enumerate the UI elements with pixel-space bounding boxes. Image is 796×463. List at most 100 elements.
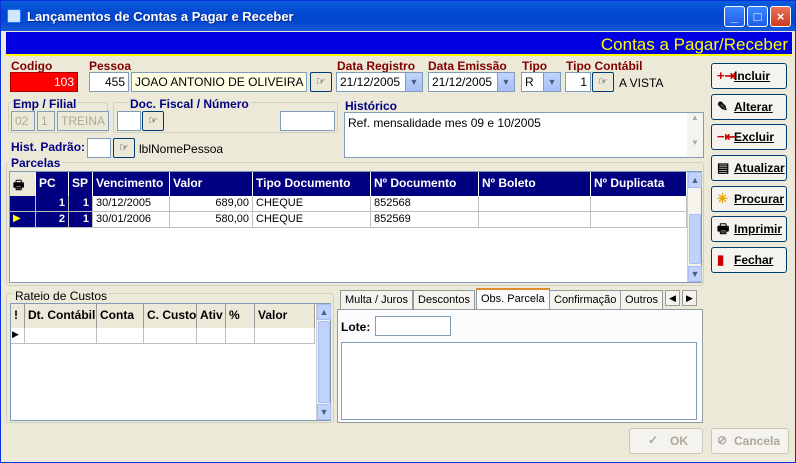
col-header[interactable]: Conta bbox=[97, 304, 144, 328]
scroll-up-icon[interactable]: ▲ bbox=[688, 172, 702, 188]
pessoa-id-field[interactable]: 455 bbox=[89, 72, 129, 92]
lookup-icon: ☞ bbox=[598, 76, 608, 88]
search-icon: ✳ bbox=[717, 191, 728, 206]
row-indicator-header: ! bbox=[11, 304, 25, 328]
printer-icon: 🖶 bbox=[717, 221, 730, 236]
tipo-label: Tipo bbox=[522, 59, 548, 73]
incluir-button[interactable]: +⇥ Incluir bbox=[711, 63, 787, 89]
lote-field[interactable] bbox=[375, 316, 451, 336]
tipo-contabil-id-field[interactable]: 1 bbox=[565, 72, 591, 92]
title-bar[interactable]: Lançamentos de Contas a Pagar e Receber … bbox=[1, 1, 795, 31]
col-header[interactable]: Nº Duplicata bbox=[591, 172, 687, 196]
tipo-contabil-name: A VISTA bbox=[619, 76, 664, 90]
excluir-button[interactable]: −⇤ Excluir bbox=[711, 124, 787, 150]
tab-scroll-left-icon[interactable]: ◀ bbox=[665, 290, 680, 306]
data-registro-field[interactable]: 21/12/2005 ▼ bbox=[336, 72, 423, 92]
lookup-icon: ☞ bbox=[119, 142, 129, 154]
scroll-thumb[interactable] bbox=[689, 214, 701, 264]
filial-field: 1 bbox=[37, 111, 55, 131]
chevron-down-icon[interactable]: ▼ bbox=[543, 73, 560, 91]
doc-fiscal-field[interactable] bbox=[117, 111, 141, 131]
tipo-contabil-search-button[interactable]: ☞ bbox=[592, 72, 614, 92]
edit-icon: ✎ bbox=[717, 99, 728, 114]
tab-confirmacao[interactable]: Confirmação bbox=[549, 290, 622, 310]
rateio-scrollbar[interactable]: ▲ ▼ bbox=[316, 304, 331, 420]
col-header[interactable]: Dt. Contábil bbox=[25, 304, 97, 328]
filial-name-field: TREINA bbox=[57, 111, 109, 131]
parcelas-scrollbar[interactable]: ▲ ▼ bbox=[687, 172, 702, 282]
hist-padrao-label: Hist. Padrão: bbox=[11, 140, 86, 154]
imprimir-button[interactable]: 🖶 Imprimir bbox=[711, 216, 787, 242]
tab-multa-juros[interactable]: Multa / Juros bbox=[340, 290, 413, 310]
ok-button[interactable]: ✓ OK bbox=[629, 428, 703, 454]
col-header[interactable]: SP bbox=[69, 172, 93, 196]
scroll-down-icon[interactable]: ▼ bbox=[317, 404, 331, 420]
print-icon[interactable]: 🖶 bbox=[10, 172, 36, 196]
col-header[interactable]: Ativ bbox=[197, 304, 226, 328]
exit-door-icon: ▮ bbox=[717, 252, 725, 267]
pessoa-search-button[interactable]: ☞ bbox=[310, 72, 332, 92]
doc-fiscal-label: Doc. Fiscal / Número bbox=[128, 97, 251, 111]
cancel-icon: ⊘ bbox=[717, 433, 728, 447]
main-window: Lançamentos de Contas a Pagar e Receber … bbox=[0, 0, 796, 463]
lote-label: Lote: bbox=[341, 320, 371, 334]
refresh-icon: ▤ bbox=[717, 160, 730, 175]
hist-padrao-name: lblNomePessoa bbox=[139, 142, 224, 156]
minimize-button[interactable]: _ bbox=[724, 6, 745, 27]
tipo-select[interactable]: R ▼ bbox=[521, 72, 561, 92]
col-header[interactable]: PC bbox=[36, 172, 69, 196]
fechar-button[interactable]: ▮ Fechar bbox=[711, 247, 787, 273]
hist-padrao-search-button[interactable]: ☞ bbox=[113, 138, 135, 158]
check-icon: ✓ bbox=[648, 433, 659, 447]
hist-padrao-field[interactable] bbox=[87, 138, 111, 158]
col-header[interactable]: Tipo Documento bbox=[253, 172, 371, 196]
tab-descontos[interactable]: Descontos bbox=[413, 290, 475, 310]
app-icon bbox=[7, 9, 21, 23]
col-header[interactable]: % bbox=[226, 304, 255, 328]
chevron-down-icon[interactable]: ▼ bbox=[405, 73, 422, 91]
atualizar-button[interactable]: ▤ Atualizar bbox=[711, 155, 787, 181]
current-row-arrow-icon: ▶ bbox=[10, 212, 36, 228]
cancela-button[interactable]: ⊘ Cancela bbox=[711, 428, 789, 454]
col-header[interactable]: C. Custo bbox=[144, 304, 197, 328]
data-emissao-field[interactable]: 21/12/2005 ▼ bbox=[428, 72, 515, 92]
data-emissao-label: Data Emissão bbox=[428, 59, 507, 73]
emp-field: 02 bbox=[11, 111, 35, 131]
col-header[interactable]: Nº Documento bbox=[371, 172, 479, 196]
scroll-down-icon[interactable]: ▼ bbox=[688, 266, 702, 282]
scroll-thumb[interactable] bbox=[318, 321, 330, 403]
historico-scrollbar[interactable]: ▲ ▼ bbox=[687, 113, 703, 157]
tipo-contabil-label: Tipo Contábil bbox=[566, 59, 643, 73]
add-icon: +⇥ bbox=[717, 68, 736, 83]
col-header[interactable]: Valor bbox=[170, 172, 253, 196]
historico-textarea[interactable]: Ref. mensalidade mes 09 e 10/2005 ▲ ▼ bbox=[344, 112, 704, 158]
alterar-button[interactable]: ✎ Alterar bbox=[711, 94, 787, 120]
delete-icon: −⇤ bbox=[717, 129, 736, 144]
doc-fiscal-search-button[interactable]: ☞ bbox=[142, 111, 164, 131]
col-header[interactable]: Valor bbox=[255, 304, 315, 328]
scroll-up-icon[interactable]: ▲ bbox=[317, 304, 331, 320]
lookup-icon: ☞ bbox=[316, 76, 326, 88]
row-indicator bbox=[10, 196, 36, 212]
obs-parcela-textarea[interactable] bbox=[341, 342, 697, 420]
tab-scroll-right-icon[interactable]: ▶ bbox=[682, 290, 697, 306]
emp-filial-label: Emp / Filial bbox=[11, 97, 79, 111]
maximize-button[interactable]: □ bbox=[747, 6, 768, 27]
tab-obs-parcela[interactable]: Obs. Parcela bbox=[476, 288, 550, 311]
procurar-button[interactable]: ✳ Procurar bbox=[711, 186, 787, 212]
pessoa-label: Pessoa bbox=[89, 59, 132, 73]
page-title: Contas a Pagar/Receber bbox=[600, 35, 788, 54]
current-row-arrow-icon: ▶ bbox=[11, 328, 25, 344]
rateio-label: Rateio de Custos bbox=[13, 289, 110, 303]
tab-panel: Lote: bbox=[337, 309, 703, 423]
historico-label: Histórico bbox=[345, 99, 398, 113]
doc-numero-field[interactable] bbox=[280, 111, 335, 131]
col-header[interactable]: Nº Boleto bbox=[479, 172, 591, 196]
close-button[interactable]: × bbox=[770, 6, 791, 27]
codigo-field[interactable]: 103 bbox=[10, 72, 78, 92]
window-title: Lançamentos de Contas a Pagar e Receber bbox=[27, 9, 294, 24]
tab-outros[interactable]: Outros bbox=[620, 290, 664, 310]
col-header[interactable]: Vencimento bbox=[93, 172, 170, 196]
chevron-down-icon[interactable]: ▼ bbox=[497, 73, 514, 91]
parcelas-grid: 🖶 PC SP Vencimento Valor Tipo Documento … bbox=[9, 171, 702, 283]
